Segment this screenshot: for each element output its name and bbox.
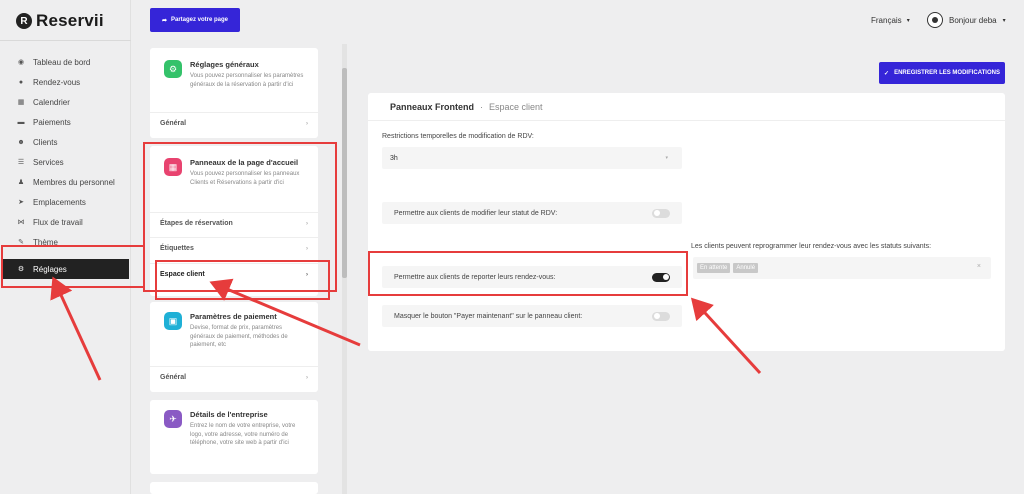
annotation-arrow xyxy=(50,276,102,381)
annotation-arrows xyxy=(50,276,762,381)
annotation-arrow xyxy=(690,297,762,375)
annotation-arrow xyxy=(209,278,361,347)
